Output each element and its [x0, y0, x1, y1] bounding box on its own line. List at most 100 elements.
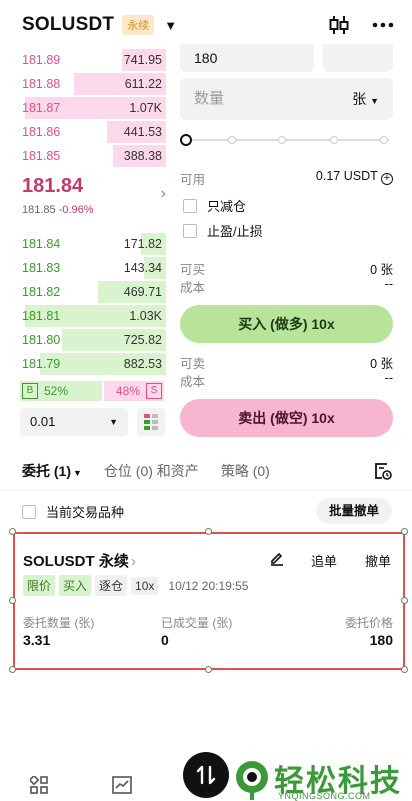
- can-sell-value: 0 张: [370, 357, 393, 371]
- filled-qty-value: 0: [161, 632, 169, 648]
- sell-label: S: [146, 383, 162, 399]
- current-symbol-label: 当前交易品种: [46, 505, 125, 520]
- margin-mode-tag: 逐仓: [95, 575, 128, 596]
- chart-nav-icon[interactable]: [112, 776, 132, 799]
- candlestick-chart-icon[interactable]: [328, 15, 350, 35]
- ask-row[interactable]: 181.86 441.53: [18, 120, 166, 144]
- order-price-label: 委托价格: [344, 616, 393, 630]
- tick-size-value: 0.01: [30, 414, 56, 429]
- slider-handle[interactable]: [180, 134, 192, 146]
- checkbox-icon: [183, 198, 197, 213]
- bid-row[interactable]: 181.80 725.82: [18, 328, 166, 352]
- unit-label: 张: [352, 91, 367, 107]
- orderbook-layout-icon[interactable]: [137, 408, 165, 436]
- last-price-block[interactable]: 181.84 181.85 -0.96% ›: [22, 175, 166, 216]
- tab-orders[interactable]: 委托 (1) ▼: [22, 461, 82, 481]
- slider-step[interactable]: [278, 136, 286, 144]
- chevron-right-icon: ›: [130, 553, 136, 570]
- tab-positions[interactable]: 仓位 (0) 和资产: [104, 461, 199, 481]
- selection-handle[interactable]: [9, 666, 16, 673]
- open-order-card[interactable]: SOLUSDT 永续 › 追单 撤单 限价 买入 逐仓 10x 10/12 20:…: [13, 532, 405, 670]
- slider-track: [188, 139, 389, 141]
- tp-sl-checkbox[interactable]: 止盈/止损: [183, 221, 263, 240]
- chevron-right-icon: ›: [160, 185, 166, 202]
- selection-handle[interactable]: [401, 666, 408, 673]
- trade-switch-button[interactable]: [183, 752, 229, 798]
- price-input[interactable]: 180: [180, 44, 314, 72]
- order-history-icon[interactable]: [374, 462, 392, 483]
- cost-value: --: [384, 277, 393, 291]
- reduce-only-label: 只减仓: [207, 199, 247, 214]
- ask-qty: 741.95: [123, 53, 162, 67]
- slider-step[interactable]: [380, 136, 388, 144]
- order-qty-label: 委托数量 (张): [23, 616, 95, 630]
- order-symbol[interactable]: SOLUSDT 永续 ›: [23, 550, 136, 571]
- ask-row[interactable]: 181.88 611.22: [18, 72, 166, 96]
- cost-label: 成本: [180, 281, 206, 295]
- bid-price: 181.80: [22, 333, 61, 347]
- bid-row[interactable]: 181.83 143.34: [18, 256, 166, 280]
- bid-row[interactable]: 181.84 171.82: [18, 232, 166, 256]
- available-value-wrap: 0.17 USDT +: [316, 169, 393, 185]
- ask-row[interactable]: 181.89 741.95: [18, 48, 166, 72]
- selection-handle[interactable]: [401, 597, 408, 604]
- quantity-slider[interactable]: [180, 132, 393, 148]
- price-type-field[interactable]: [323, 44, 393, 72]
- bid-list: 181.84 171.82 181.83 143.34 181.82 469.71 1…: [18, 232, 166, 376]
- ask-row[interactable]: 181.85 388.38: [18, 144, 166, 168]
- buy-long-button[interactable]: 买入 (做多) 10x: [180, 305, 393, 343]
- buy-percent: 52%: [44, 384, 69, 398]
- chase-order-button[interactable]: 追单: [311, 551, 337, 570]
- can-sell-label: 可卖: [180, 357, 206, 371]
- slider-step[interactable]: [228, 136, 236, 144]
- bid-row[interactable]: 181.82 469.71: [18, 280, 166, 304]
- ask-qty: 441.53: [123, 125, 162, 139]
- bid-row[interactable]: 181.79 882.53: [18, 352, 166, 376]
- selection-handle[interactable]: [205, 528, 212, 535]
- ask-list: 181.89 741.95 181.88 611.22 181.87 1.07K 18…: [18, 48, 166, 168]
- order-side-tag: 买入: [59, 575, 92, 596]
- chevron-down-icon: ▼: [109, 417, 118, 427]
- tabs-divider: [0, 490, 412, 491]
- cost2-value: --: [384, 371, 393, 385]
- tick-size-select[interactable]: 0.01 ▼: [20, 408, 128, 436]
- unit-select[interactable]: 张 ▼: [352, 78, 379, 122]
- cost2-row: 成本 --: [180, 371, 393, 389]
- order-price-value: 180: [369, 632, 393, 648]
- filled-qty-label: 已成交量 (张): [161, 616, 233, 630]
- quantity-placeholder: 数量: [194, 90, 225, 107]
- slider-step[interactable]: [330, 136, 338, 144]
- bid-row[interactable]: 181.81 1.03K: [18, 304, 166, 328]
- add-circle-icon[interactable]: +: [381, 173, 393, 185]
- edit-icon[interactable]: [270, 550, 284, 571]
- checkbox-icon: [183, 223, 197, 238]
- buy-label: B: [22, 383, 38, 399]
- selection-handle[interactable]: [401, 528, 408, 535]
- bid-qty: 171.82: [123, 237, 162, 251]
- selection-handle[interactable]: [9, 597, 16, 604]
- grid-nav-icon[interactable]: [28, 774, 48, 799]
- cancel-order-button[interactable]: 撤单: [365, 551, 391, 570]
- order-tabs: 委托 (1) ▼ 仓位 (0) 和资产 策略 (0): [0, 452, 412, 490]
- selection-handle[interactable]: [205, 666, 212, 673]
- symbol-dropdown-icon[interactable]: ▼: [164, 18, 177, 33]
- quantity-input[interactable]: 数量 张 ▼: [180, 78, 393, 120]
- cancel-all-button[interactable]: 批量撤单: [316, 498, 392, 524]
- order-tags: 限价 买入 逐仓 10x 10/12 20:19:55: [23, 575, 248, 596]
- reduce-only-checkbox[interactable]: 只减仓: [183, 196, 246, 215]
- tab-strategies[interactable]: 策略 (0): [221, 461, 270, 481]
- watermark: 轻松科技 YNQINGSONG.COM: [232, 756, 407, 801]
- ask-price: 181.89: [22, 53, 61, 67]
- top-bar: SOLUSDT 永续 ▼: [0, 0, 412, 50]
- more-icon[interactable]: [372, 22, 394, 28]
- ask-price: 181.86: [22, 125, 61, 139]
- current-symbol-filter[interactable]: 当前交易品种: [22, 502, 124, 521]
- change-percent: -0.96%: [58, 204, 94, 216]
- symbol-title[interactable]: SOLUSDT: [22, 14, 114, 36]
- ask-price: 181.85: [22, 149, 61, 163]
- sell-short-button[interactable]: 卖出 (做空) 10x: [180, 399, 393, 437]
- ask-row[interactable]: 181.87 1.07K: [18, 96, 166, 120]
- can-buy-value: 0 张: [370, 263, 393, 277]
- selection-handle[interactable]: [9, 528, 16, 535]
- available-value: 0.17 USDT: [315, 169, 378, 183]
